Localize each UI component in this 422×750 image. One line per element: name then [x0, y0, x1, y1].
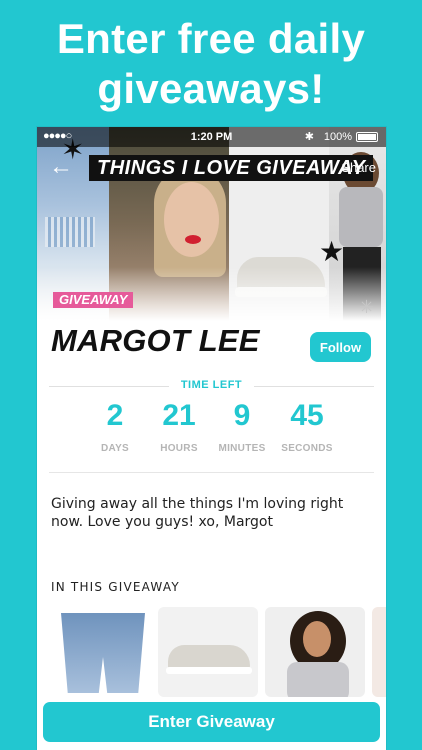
product-card-shorts[interactable]: [51, 607, 151, 697]
promo-line-2: giveaways!: [97, 65, 325, 112]
battery-percent: 100%: [323, 131, 352, 143]
giveaway-title-banner: THINGS I LOVE GIVEAWAY: [89, 155, 374, 181]
seconds-value: 45: [290, 399, 324, 432]
countdown-days: 2 DAYS: [80, 399, 150, 454]
promo-headline: Enter free daily giveaways!: [0, 14, 422, 114]
product-card-top[interactable]: [265, 607, 365, 697]
enter-giveaway-button[interactable]: Enter Giveaway: [43, 702, 380, 742]
days-value: 2: [106, 399, 124, 432]
countdown-minutes: 9 MINUTES: [207, 399, 277, 454]
hours-label: HOURS: [160, 443, 198, 454]
section-divider: [49, 472, 374, 473]
product-card-sneaker[interactable]: [158, 607, 258, 697]
profile-name: MARGOT LEE: [51, 323, 260, 358]
hours-value: 21: [162, 399, 196, 432]
countdown-seconds: 45 SECONDS: [272, 399, 342, 454]
battery-icon: [356, 132, 378, 142]
time-left-label: TIME LEFT: [180, 379, 243, 391]
bluetooth-icon: ✱: [304, 131, 314, 143]
product-carousel[interactable]: [51, 607, 386, 697]
follow-button[interactable]: Follow: [310, 332, 371, 362]
countdown-hours: 21 HOURS: [144, 399, 214, 454]
seconds-label: SECONDS: [281, 443, 333, 454]
divider-right: [254, 386, 374, 387]
status-bar: ●●●●○ 1:20 PM ✱ 100%: [37, 127, 386, 147]
sparkle-icon: ✳: [359, 297, 375, 317]
days-label: DAYS: [100, 443, 130, 454]
time-left-header: TIME LEFT: [49, 379, 374, 393]
phone-screen: ●●●●○ 1:20 PM ✱ 100% ✶ ← THINGS I LOVE G…: [37, 127, 386, 750]
product-card-partial[interactable]: [372, 607, 386, 697]
promo-line-1: Enter free daily: [56, 15, 366, 62]
minutes-value: 9: [233, 399, 251, 432]
star-sticker-icon: ★: [319, 236, 345, 267]
minutes-label: MINUTES: [218, 443, 266, 454]
countdown: 2 DAYS 21 HOURS 9 MINUTES 45 SECONDS: [82, 399, 352, 459]
section-title: IN THIS GIVEAWAY: [51, 580, 180, 594]
share-button[interactable]: Share: [341, 160, 376, 175]
back-arrow-icon[interactable]: ←: [49, 153, 73, 181]
giveaway-description: Giving away all the things I'm loving ri…: [51, 496, 344, 530]
giveaway-badge: GIVEAWAY: [53, 292, 134, 308]
